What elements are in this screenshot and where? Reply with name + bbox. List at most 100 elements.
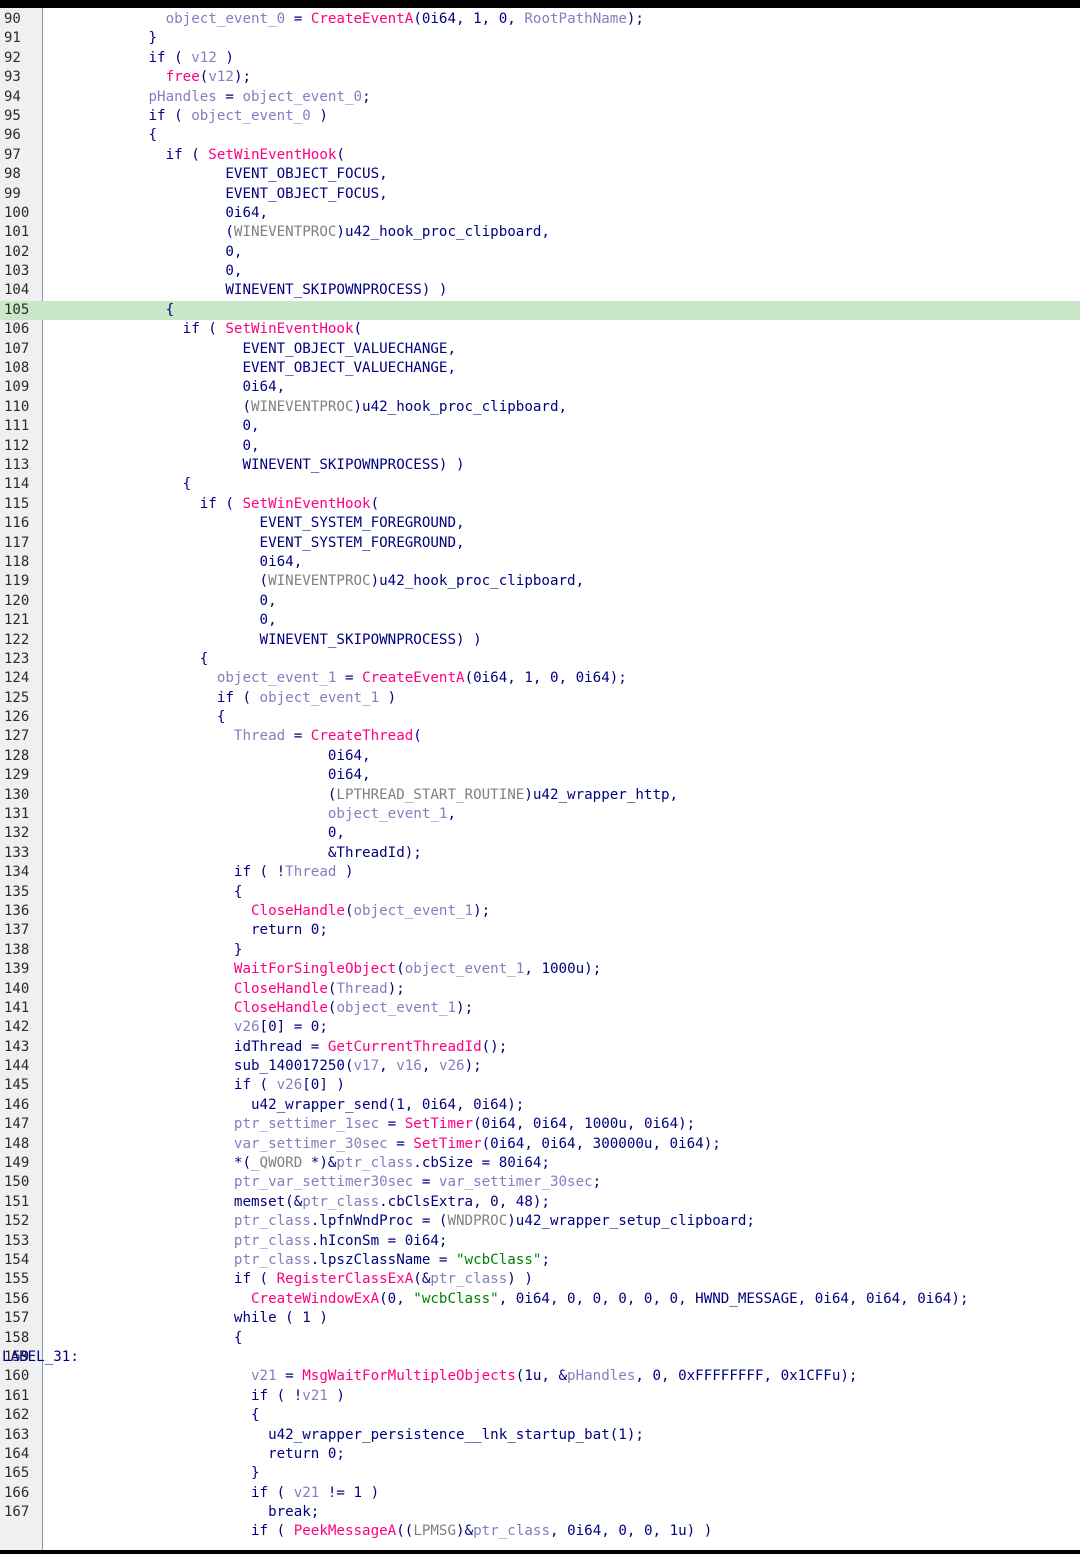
code-line[interactable]: 127 Thread = CreateThread( xyxy=(0,727,1080,746)
code-text[interactable]: { xyxy=(46,883,243,902)
code-line[interactable]: 99 EVENT_OBJECT_FOCUS, xyxy=(0,185,1080,204)
code-text[interactable]: { xyxy=(46,126,157,145)
code-text[interactable]: if ( SetWinEventHook( xyxy=(46,320,362,339)
code-text[interactable]: if ( v12 ) xyxy=(46,49,233,68)
code-line[interactable]: 128 0i64, xyxy=(0,747,1080,766)
code-text[interactable]: return 0; xyxy=(46,921,328,940)
code-text[interactable]: (WINEVENTPROC)u42_hook_proc_clipboard, xyxy=(46,223,550,242)
code-text[interactable]: CreateWindowExA(0, "wcbClass", 0i64, 0, … xyxy=(46,1290,969,1309)
code-line[interactable]: 108 EVENT_OBJECT_VALUECHANGE, xyxy=(0,359,1080,378)
code-line[interactable]: 129 0i64, xyxy=(0,766,1080,785)
code-text[interactable]: { xyxy=(46,650,209,669)
code-text[interactable]: CloseHandle(object_event_1); xyxy=(46,999,473,1018)
code-text[interactable]: 0, xyxy=(46,262,242,281)
code-line[interactable]: 90 object_event_0 = CreateEventA(0i64, 1… xyxy=(0,10,1080,29)
code-line[interactable]: 103 0, xyxy=(0,262,1080,281)
code-text[interactable]: CloseHandle(Thread); xyxy=(46,980,405,999)
code-text[interactable]: v21 = MsgWaitForMultipleObjects(1u, &pHa… xyxy=(46,1367,857,1386)
code-line[interactable]: 136 CloseHandle(object_event_1); xyxy=(0,902,1080,921)
code-text[interactable]: CloseHandle(object_event_1); xyxy=(46,902,490,921)
code-line[interactable]: 132 0, xyxy=(0,824,1080,843)
code-line[interactable]: 114 { xyxy=(0,475,1080,494)
code-line[interactable]: 93 free(v12); xyxy=(0,68,1080,87)
code-text[interactable]: break; xyxy=(46,1503,319,1522)
code-text[interactable]: u42_wrapper_send(1, 0i64, 0i64); xyxy=(46,1096,524,1115)
code-line[interactable]: 159 LABEL_31: xyxy=(0,1348,1080,1367)
code-text[interactable]: WINEVENT_SKIPOWNPROCESS) ) xyxy=(46,456,464,475)
code-line[interactable]: 151 memset(&ptr_class.cbClsExtra, 0, 48)… xyxy=(0,1193,1080,1212)
code-line[interactable]: 124 object_event_1 = CreateEventA(0i64, … xyxy=(0,669,1080,688)
code-text[interactable]: if ( SetWinEventHook( xyxy=(46,146,345,165)
code-line[interactable]: 146 u42_wrapper_send(1, 0i64, 0i64); xyxy=(0,1096,1080,1115)
code-text[interactable]: *(_QWORD *)&ptr_class.cbSize = 80i64; xyxy=(46,1154,550,1173)
code-text[interactable]: pHandles = object_event_0; xyxy=(46,88,371,107)
pseudocode-listing[interactable]: 90 object_event_0 = CreateEventA(0i64, 1… xyxy=(0,10,1080,1542)
code-text[interactable]: 0, xyxy=(46,611,277,630)
code-line[interactable]: if ( PeekMessageA((LPMSG)&ptr_class, 0i6… xyxy=(0,1522,1080,1541)
code-text[interactable]: while ( 1 ) xyxy=(46,1309,328,1328)
code-line[interactable]: 125 if ( object_event_1 ) xyxy=(0,689,1080,708)
code-line[interactable]: 142 v26[0] = 0; xyxy=(0,1018,1080,1037)
code-line[interactable]: 100 0i64, xyxy=(0,204,1080,223)
code-line[interactable]: 121 0, xyxy=(0,611,1080,630)
code-text[interactable]: v26[0] = 0; xyxy=(46,1018,328,1037)
code-text[interactable]: WINEVENT_SKIPOWNPROCESS) ) xyxy=(46,631,482,650)
code-text[interactable]: 0, xyxy=(46,243,242,262)
code-line[interactable]: 138 } xyxy=(0,941,1080,960)
code-text[interactable]: EVENT_OBJECT_FOCUS, xyxy=(46,165,387,184)
code-text[interactable]: if ( v26[0] ) xyxy=(46,1076,345,1095)
code-text[interactable]: EVENT_OBJECT_VALUECHANGE, xyxy=(46,359,456,378)
code-line[interactable]: 149 *(_QWORD *)&ptr_class.cbSize = 80i64… xyxy=(0,1154,1080,1173)
code-line[interactable]: 116 EVENT_SYSTEM_FOREGROUND, xyxy=(0,514,1080,533)
code-text[interactable]: (WINEVENTPROC)u42_hook_proc_clipboard, xyxy=(46,572,585,591)
code-text[interactable]: (WINEVENTPROC)u42_hook_proc_clipboard, xyxy=(46,398,567,417)
code-line[interactable]: 123 { xyxy=(0,650,1080,669)
code-text[interactable]: &ThreadId); xyxy=(46,844,422,863)
code-line[interactable]: 118 0i64, xyxy=(0,553,1080,572)
code-text[interactable]: 0i64, xyxy=(46,378,285,397)
code-line[interactable]: 155 if ( RegisterClassExA(&ptr_class) ) xyxy=(0,1270,1080,1289)
code-line[interactable]: 120 0, xyxy=(0,592,1080,611)
code-text[interactable]: u42_wrapper_persistence__lnk_startup_bat… xyxy=(46,1426,644,1445)
code-line[interactable]: 153 ptr_class.hIconSm = 0i64; xyxy=(0,1232,1080,1251)
code-line[interactable]: 157 while ( 1 ) xyxy=(0,1309,1080,1328)
code-text[interactable]: EVENT_SYSTEM_FOREGROUND, xyxy=(46,514,465,533)
code-text[interactable]: free(v12); xyxy=(46,68,251,87)
code-text[interactable]: 0i64, xyxy=(46,747,371,766)
code-line[interactable]: 122 WINEVENT_SKIPOWNPROCESS) ) xyxy=(0,631,1080,650)
code-text[interactable]: if ( v21 != 1 ) xyxy=(46,1484,379,1503)
code-text[interactable]: memset(&ptr_class.cbClsExtra, 0, 48); xyxy=(46,1193,550,1212)
code-text[interactable]: if ( object_event_1 ) xyxy=(46,689,396,708)
code-line[interactable]: 97 if ( SetWinEventHook( xyxy=(0,146,1080,165)
code-text[interactable]: return 0; xyxy=(46,1445,345,1464)
code-text[interactable]: } xyxy=(46,1464,260,1483)
code-line[interactable]: 139 WaitForSingleObject(object_event_1, … xyxy=(0,960,1080,979)
code-line[interactable]: 164 return 0; xyxy=(0,1445,1080,1464)
code-text[interactable]: 0, xyxy=(46,437,259,456)
code-line[interactable]: 137 return 0; xyxy=(0,921,1080,940)
code-text[interactable]: { xyxy=(46,1406,260,1425)
code-text[interactable]: { xyxy=(46,475,192,494)
code-line[interactable]: 119 (WINEVENTPROC)u42_hook_proc_clipboar… xyxy=(0,572,1080,591)
code-line[interactable]: 134 if ( !Thread ) xyxy=(0,863,1080,882)
code-line[interactable]: 141 CloseHandle(object_event_1); xyxy=(0,999,1080,1018)
code-line[interactable]: 163 u42_wrapper_persistence__lnk_startup… xyxy=(0,1426,1080,1445)
code-line[interactable]: 135 { xyxy=(0,883,1080,902)
code-line[interactable]: 117 EVENT_SYSTEM_FOREGROUND, xyxy=(0,534,1080,553)
code-line[interactable]: 98 EVENT_OBJECT_FOCUS, xyxy=(0,165,1080,184)
code-text[interactable]: 0i64, xyxy=(46,204,268,223)
code-line[interactable]: 160 v21 = MsgWaitForMultipleObjects(1u, … xyxy=(0,1367,1080,1386)
code-text[interactable]: { xyxy=(46,1329,243,1348)
code-text[interactable]: 0, xyxy=(46,824,345,843)
code-text[interactable]: if ( !Thread ) xyxy=(46,863,354,882)
code-text[interactable]: idThread = GetCurrentThreadId(); xyxy=(46,1038,507,1057)
code-text[interactable]: ptr_class.lpfnWndProc = (WNDPROC)u42_wra… xyxy=(46,1212,755,1231)
code-text[interactable]: { xyxy=(46,708,226,727)
code-line[interactable]: 96 { xyxy=(0,126,1080,145)
code-line[interactable]: 110 (WINEVENTPROC)u42_hook_proc_clipboar… xyxy=(0,398,1080,417)
code-text[interactable]: ptr_class.hIconSm = 0i64; xyxy=(46,1232,448,1251)
code-text[interactable]: 0, xyxy=(46,417,259,436)
code-line[interactable]: 131 object_event_1, xyxy=(0,805,1080,824)
code-line[interactable]: 101 (WINEVENTPROC)u42_hook_proc_clipboar… xyxy=(0,223,1080,242)
code-line[interactable]: 147 ptr_settimer_1sec = SetTimer(0i64, 0… xyxy=(0,1115,1080,1134)
